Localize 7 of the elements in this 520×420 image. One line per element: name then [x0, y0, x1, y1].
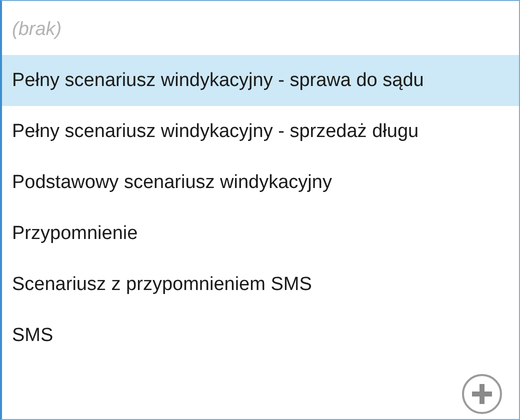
list-option[interactable]: Podstawowy scenariusz windykacyjny — [2, 157, 519, 208]
list-option[interactable]: Pełny scenariusz windykacyjny - sprawa do sądu — [2, 55, 519, 106]
list-option[interactable]: SMS — [2, 310, 519, 361]
list-option[interactable]: Pełny scenariusz windykacyjny - sprzedaż długu — [2, 106, 519, 157]
list-option[interactable]: Scenariusz z przypomnieniem SMS — [2, 259, 519, 310]
add-icon[interactable] — [461, 373, 503, 415]
list-option[interactable]: Przypomnienie — [2, 208, 519, 259]
